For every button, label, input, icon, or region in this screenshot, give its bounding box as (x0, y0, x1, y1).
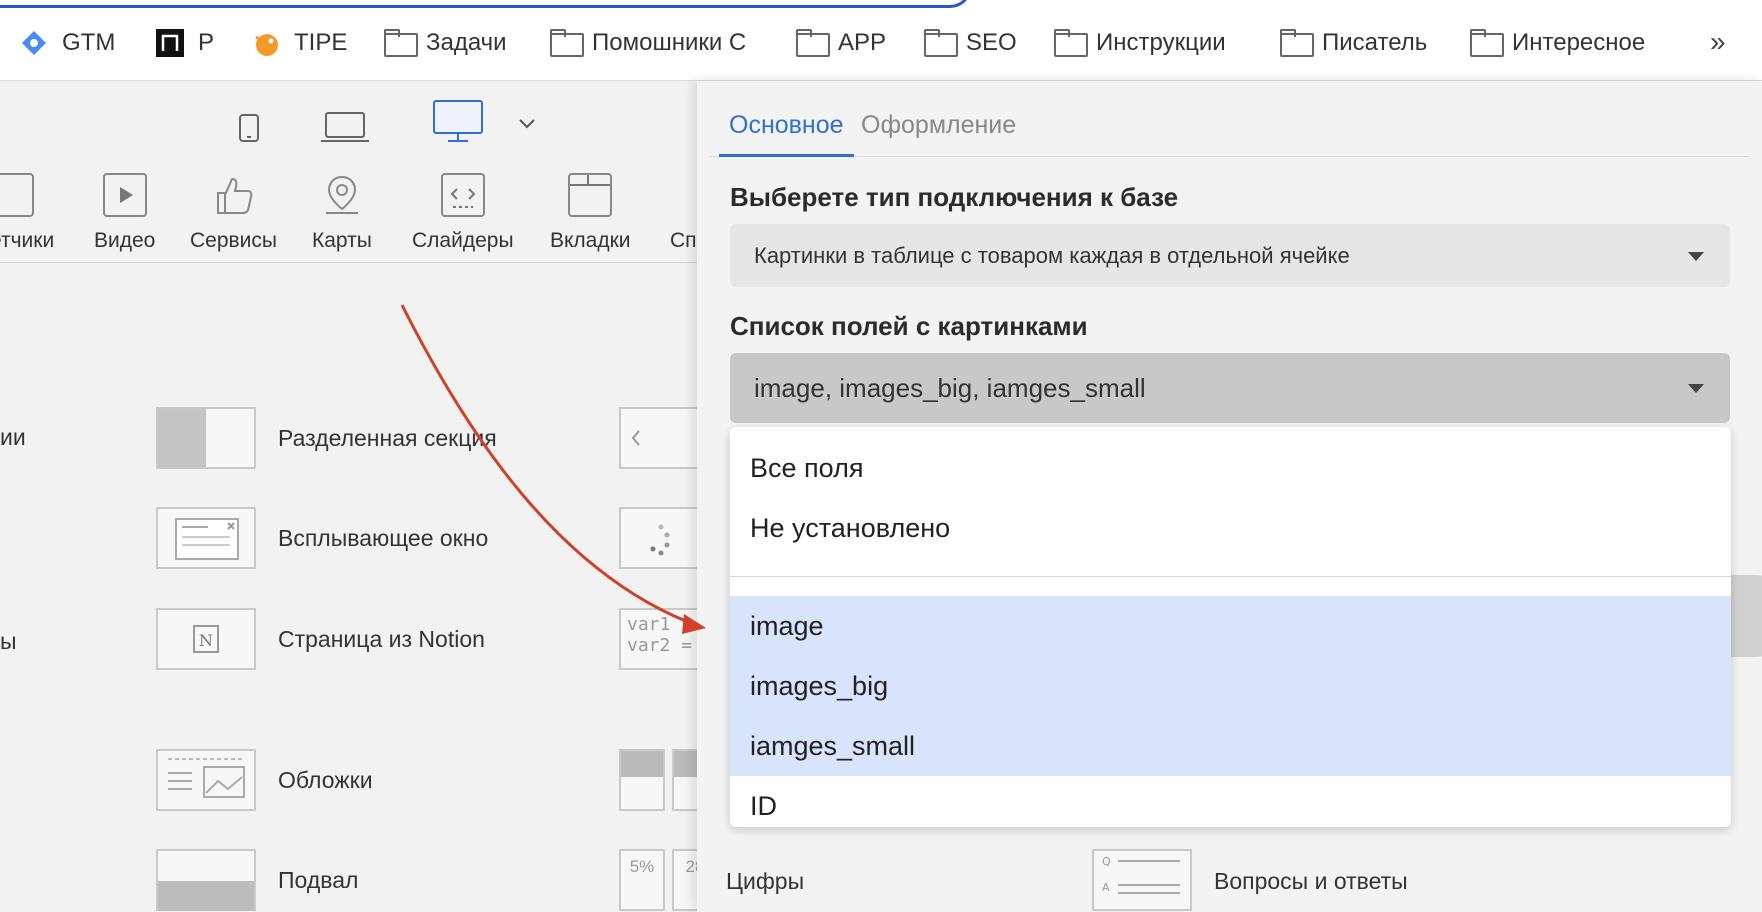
bookmark-folder-interesnoe[interactable]: Интересное (1470, 27, 1645, 59)
split-section-thumbnail (156, 407, 256, 469)
slider-thumbnail[interactable] (619, 407, 699, 469)
folder-icon (924, 29, 958, 57)
address-bar-edge (0, 0, 972, 8)
category-video[interactable]: Видео (94, 173, 155, 253)
bookmark-folder-zadachi[interactable]: Задачи (384, 27, 507, 59)
image-fields-label: Список полей с картинками (730, 311, 1088, 341)
popup-thumbnail (156, 507, 256, 569)
option-images-big[interactable]: images_big (730, 656, 1731, 716)
bookmark-folder-pomoshniki[interactable]: Помошники С (550, 27, 746, 59)
category-counters[interactable]: етчики (0, 173, 54, 253)
dropdown-divider (730, 576, 1731, 577)
svg-text:N: N (199, 631, 213, 650)
loader-thumbnail[interactable] (619, 507, 699, 569)
award-thumbnail-1[interactable] (619, 749, 665, 811)
bookmark-folder-seo[interactable]: SEO (924, 27, 1017, 59)
connection-type-label: Выберете тип подключения к базе (730, 182, 1179, 212)
category-partial[interactable]: Сп (670, 173, 697, 253)
footer-thumbnail (156, 849, 256, 911)
folder-icon (550, 29, 584, 57)
counter-icon (0, 173, 34, 217)
tab-design[interactable]: Оформление (861, 111, 1016, 154)
bird-icon (252, 29, 280, 57)
block-categories: етчики Видео Сервисы Карты Слайдеры Вкла… (0, 163, 700, 263)
notion-thumbnail: N (156, 608, 256, 670)
option-all-fields[interactable]: Все поля (730, 438, 1731, 498)
folder-icon (384, 29, 418, 57)
caret-down-icon (1688, 251, 1704, 261)
image-fields-select[interactable]: image, images_big, iamges_small (730, 353, 1730, 423)
svg-text:Q: Q (1102, 855, 1111, 868)
image-fields-dropdown: Все поля Не установлено image images_big… (730, 427, 1731, 827)
panel-tabs: Основное Оформление (709, 101, 1749, 157)
block-numbers-label[interactable]: Цифры (726, 868, 804, 895)
option-id[interactable]: ID (730, 776, 1731, 827)
folder-icon (1054, 29, 1088, 57)
faq-thumbnail[interactable]: QA (1092, 849, 1192, 911)
block-covers[interactable]: Обложки (156, 749, 373, 811)
connection-type-select[interactable]: Картинки в таблице с товаром каждая в от… (730, 224, 1730, 287)
block-footer[interactable]: Подвал (156, 849, 358, 911)
block-split-section[interactable]: Разделенная секция (156, 407, 497, 469)
device-switcher (0, 81, 700, 163)
bookmark-tipe[interactable]: TIPE (252, 27, 347, 59)
laptop-device-icon[interactable] (320, 111, 370, 148)
bookmarks-more-button[interactable]: » (1710, 26, 1726, 58)
mobile-device-icon[interactable] (238, 113, 260, 148)
category-sliders[interactable]: Слайдеры (412, 173, 514, 253)
bookmark-gtm[interactable]: GTM (20, 27, 115, 59)
block-popup[interactable]: Всплывающее окно (156, 507, 488, 569)
bookmark-p[interactable]: P (156, 27, 214, 59)
code-icon (440, 173, 485, 217)
bookmark-folder-pisatel[interactable]: Писатель (1280, 27, 1427, 59)
p-logo-icon (156, 29, 184, 57)
chevron-down-icon[interactable] (518, 117, 536, 135)
option-not-set[interactable]: Не установлено (730, 498, 1731, 558)
option-iamges-small[interactable]: iamges_small (730, 716, 1731, 776)
gtm-icon (20, 29, 48, 57)
bookmark-folder-app[interactable]: APP (796, 27, 886, 59)
category-maps[interactable]: Карты (312, 173, 372, 253)
folder-icon (796, 29, 830, 57)
video-icon (102, 173, 147, 217)
block-notion-page[interactable]: N Страница из Notion (156, 608, 485, 670)
category-tabs[interactable]: Вкладки (550, 173, 631, 253)
tabs-icon (568, 173, 613, 217)
numbers-thumbnail-1[interactable]: 5% (619, 849, 665, 911)
caret-down-icon (1688, 384, 1704, 393)
bookmark-folder-instrukcii[interactable]: Инструкции (1054, 27, 1226, 59)
tab-main[interactable]: Основное (719, 111, 854, 157)
bookmarks-bar: GTM P TIPE Задачи Помошники С APP SEO Ин… (0, 0, 1762, 81)
category-services[interactable]: Сервисы (190, 173, 277, 253)
option-image[interactable]: image (730, 596, 1731, 656)
folder-icon (1470, 29, 1504, 57)
thumbs-up-icon (212, 173, 256, 217)
map-pin-icon (320, 173, 364, 217)
block-faq-label[interactable]: Вопросы и ответы (1214, 868, 1408, 895)
variables-thumbnail[interactable]: var1 var2 = (619, 608, 699, 670)
covers-thumbnail (156, 749, 256, 811)
svg-text:A: A (1102, 881, 1110, 894)
block-label-cut-2: ы (0, 628, 17, 654)
block-label-cut-1: ии (0, 424, 26, 450)
folder-icon (1280, 29, 1314, 57)
desktop-device-icon[interactable] (432, 99, 484, 148)
